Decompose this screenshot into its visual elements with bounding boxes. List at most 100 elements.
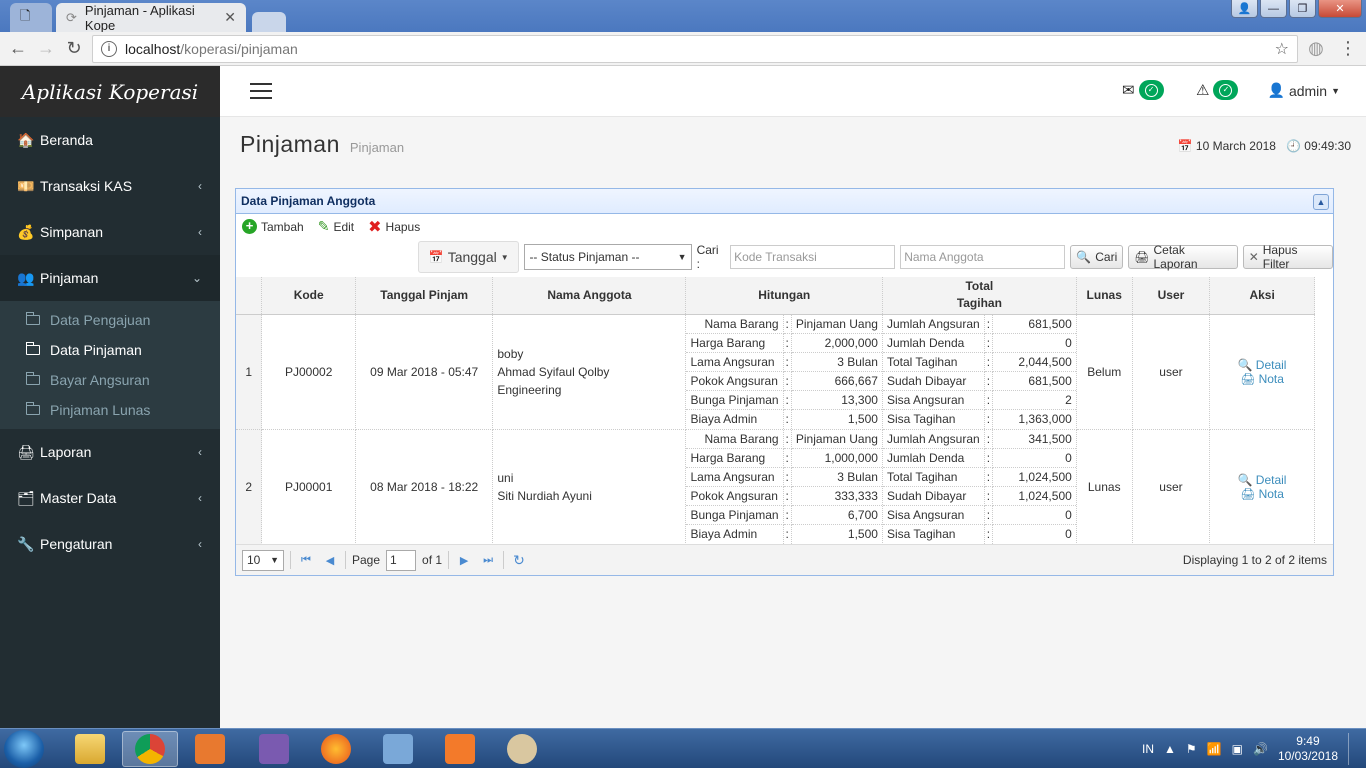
col-user[interactable]: User: [1132, 277, 1211, 315]
add-button[interactable]: + Tambah: [242, 219, 304, 234]
page-size-select[interactable]: 10 ▼: [242, 549, 284, 571]
sidebar-item-label: Simpanan: [40, 224, 104, 240]
new-tab-button[interactable]: [252, 12, 286, 32]
status-select[interactable]: -- Status Pinjaman -- ▼: [524, 244, 692, 270]
edit-button[interactable]: ✎ Edit: [318, 218, 354, 235]
sidebar-toggle-icon[interactable]: [250, 83, 272, 99]
tab-close-icon[interactable]: ✕: [224, 9, 236, 26]
col-tanggal[interactable]: Tanggal Pinjam: [355, 277, 494, 315]
submenu-pinjaman-lunas[interactable]: Pinjaman Lunas: [0, 395, 220, 425]
chevron-left-icon: ‹: [198, 491, 202, 505]
detail-value: 1,024,500: [992, 467, 1076, 487]
detail-value: 3 Bulan: [791, 467, 882, 487]
page-number-input[interactable]: 1: [386, 549, 417, 571]
submenu-data-pinjaman[interactable]: Data Pinjaman: [0, 335, 220, 365]
chevron-left-icon: ‹: [198, 179, 202, 193]
search-button[interactable]: 🔍 Cari: [1070, 245, 1124, 269]
menu-kebab-icon[interactable]: ⋮: [1334, 38, 1362, 59]
taskbar-xampp[interactable]: [432, 731, 488, 767]
collapse-icon[interactable]: ▲: [1313, 194, 1329, 210]
device-icon[interactable]: ▣: [1232, 742, 1243, 756]
sidebar-item-transaksi-kas[interactable]: 💴 Transaksi KAS ‹: [0, 163, 220, 209]
print-report-button[interactable]: 🖨 Cetak Laporan: [1128, 243, 1238, 271]
taskbar-paint[interactable]: [494, 731, 550, 767]
brand-logo[interactable]: Aplikasi Koperasi: [0, 66, 220, 117]
submenu-data-pengajuan[interactable]: Data Pengajuan: [0, 305, 220, 335]
sidebar-item-simpanan[interactable]: 💰 Simpanan ‹: [0, 209, 220, 255]
page-title: Pinjaman: [240, 131, 340, 157]
bookmark-star-icon[interactable]: ☆: [1275, 39, 1289, 59]
refresh-icon[interactable]: ↻: [510, 552, 528, 569]
language-indicator[interactable]: IN: [1142, 742, 1154, 756]
mail-notification[interactable]: ✉ ✓: [1122, 80, 1164, 100]
detail-link[interactable]: 🔍 Detail: [1238, 473, 1287, 487]
next-page-icon[interactable]: ▶: [455, 554, 473, 567]
date-filter-button[interactable]: 📅 Tanggal ▼: [418, 241, 520, 273]
detail-colon: :: [984, 314, 994, 334]
minimize-button[interactable]: —: [1260, 0, 1287, 18]
taskbar-media-player[interactable]: [182, 731, 238, 767]
flag-icon[interactable]: ⚑: [1186, 742, 1197, 756]
cell-user: user: [1132, 429, 1211, 545]
first-page-icon[interactable]: ⏮: [297, 554, 315, 567]
blank-tab[interactable]: 🗋: [10, 3, 52, 32]
kode-transaksi-input[interactable]: Kode Transaksi: [730, 245, 896, 269]
forward-icon[interactable]: →: [32, 38, 60, 59]
col-kode[interactable]: Kode: [261, 277, 357, 315]
visual-studio-icon: [259, 734, 289, 764]
detail-colon: :: [783, 333, 792, 353]
detail-link[interactable]: 🔍 Detail: [1238, 358, 1287, 372]
sidebar-item-label: Beranda: [40, 132, 93, 148]
prev-page-icon[interactable]: ◀: [321, 554, 339, 567]
sidebar-item-laporan[interactable]: 🖨 Laporan ‹: [0, 429, 220, 475]
table-row[interactable]: 2 PJ00001 08 Mar 2018 - 18:22 uni Siti Nurdi…: [236, 429, 1315, 545]
taskbar-firefox[interactable]: [308, 731, 364, 767]
submenu-bayar-angsuran[interactable]: Bayar Angsuran: [0, 365, 220, 395]
nama-anggota-input[interactable]: Nama Anggota: [900, 245, 1066, 269]
col-total-line1: Total: [965, 279, 994, 294]
clear-filter-button[interactable]: ✕ Hapus Filter: [1242, 243, 1333, 271]
tray-expand-icon[interactable]: ▲: [1164, 742, 1176, 756]
delete-button[interactable]: ✖ Hapus: [368, 217, 420, 237]
sidebar-item-pengaturan[interactable]: 🔧 Pengaturan ‹: [0, 521, 220, 567]
restore-button[interactable]: ❐: [1289, 0, 1316, 18]
user-icon[interactable]: 👤: [1231, 0, 1258, 18]
detail-label: Jumlah Angsuran: [882, 429, 985, 449]
window-close-button[interactable]: ✕: [1318, 0, 1362, 18]
sidebar-item-master-data[interactable]: 🗂 Master Data ‹: [0, 475, 220, 521]
network-icon[interactable]: 📶: [1207, 742, 1222, 756]
sidebar-item-pinjaman[interactable]: 👥 Pinjaman ⌄: [0, 255, 220, 301]
clock[interactable]: 9:49 10/03/2018: [1278, 734, 1338, 764]
close-icon: ✕: [1248, 250, 1259, 264]
table-row[interactable]: 1 PJ00002 09 Mar 2018 - 05:47 boby Ahmad Syi…: [236, 314, 1315, 430]
table-body: 1 PJ00002 09 Mar 2018 - 05:47 boby Ahmad Syi…: [236, 314, 1315, 545]
warning-notification[interactable]: ⚠ ✓: [1196, 80, 1239, 100]
user-menu[interactable]: 👤 admin ▼: [1268, 82, 1341, 99]
url-input[interactable]: i localhost/koperasi/pinjaman ☆: [92, 35, 1298, 63]
member-dept: Engineering: [497, 382, 562, 397]
nota-link[interactable]: 🖨 Nota: [1240, 487, 1284, 501]
col-total-tagihan[interactable]: Total Tagihan: [882, 277, 1077, 315]
start-button-icon[interactable]: [4, 730, 44, 768]
detail-value: 6,700: [791, 505, 882, 525]
col-nama[interactable]: Nama Anggota: [492, 277, 687, 315]
taskbar-explorer[interactable]: [62, 731, 118, 767]
detail-colon: :: [984, 429, 994, 449]
media-player-icon: [195, 734, 225, 764]
taskbar-visual-studio[interactable]: [246, 731, 302, 767]
info-icon[interactable]: i: [101, 41, 117, 57]
volume-icon[interactable]: 🔊: [1253, 742, 1268, 756]
reload-icon[interactable]: ↻: [60, 38, 88, 59]
browser-tab-active[interactable]: ⟳ Pinjaman - Aplikasi Kope ✕: [56, 3, 246, 33]
taskbar-chrome[interactable]: [122, 731, 178, 767]
taskbar-remote-desktop[interactable]: [370, 731, 426, 767]
nota-link[interactable]: 🖨 Nota: [1240, 372, 1284, 386]
back-icon[interactable]: ←: [4, 38, 32, 59]
col-hitungan[interactable]: Hitungan: [685, 277, 883, 315]
show-desktop-button[interactable]: [1348, 733, 1358, 765]
col-lunas[interactable]: Lunas: [1076, 277, 1133, 315]
cell-user: user: [1132, 314, 1211, 430]
sidebar-item-beranda[interactable]: 🏠 Beranda: [0, 117, 220, 163]
extension-icon[interactable]: ◍: [1302, 38, 1330, 59]
last-page-icon[interactable]: ⏭: [479, 554, 497, 567]
